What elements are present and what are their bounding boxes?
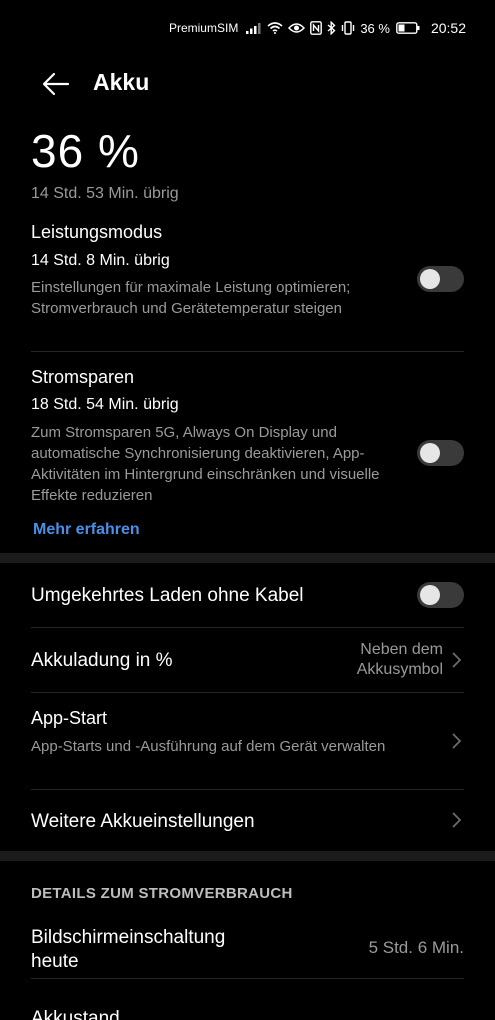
battery-level-title: Akkustand — [31, 1008, 120, 1020]
status-battery-percent: 36 % — [360, 20, 390, 36]
more-battery-settings-title: Weitere Akkueinstellungen — [31, 811, 255, 832]
vibrate-icon — [341, 21, 355, 35]
performance-mode-toggle[interactable] — [417, 266, 464, 292]
screen-on-time-value: 5 Std. 6 Min. — [368, 938, 464, 957]
battery-percentage-value-line1: Neben dem — [360, 641, 443, 658]
toggle-knob — [420, 443, 440, 463]
power-saving-title: Stromsparen — [31, 367, 135, 387]
battery-percentage-value-line2: Akkusymbol — [356, 661, 443, 678]
power-saving-toggle[interactable] — [417, 440, 464, 466]
performance-mode-title: Leistungsmodus — [31, 222, 163, 242]
divider — [31, 627, 464, 628]
reverse-charging-title: Umgekehrtes Laden ohne Kabel — [31, 585, 304, 606]
app-launch-description: App-Starts und -Ausführung auf dem Gerät… — [31, 738, 386, 755]
section-divider — [0, 851, 495, 861]
learn-more-link[interactable]: Mehr erfahren — [33, 521, 140, 539]
details-section-header: DETAILS ZUM STROMVERBRAUCH — [31, 885, 293, 902]
nfc-icon — [310, 21, 323, 35]
wifi-icon — [267, 22, 283, 34]
back-button[interactable] — [38, 68, 74, 100]
chevron-right-icon — [452, 733, 462, 749]
power-saving-remaining: 18 Std. 54 Min. übrig — [31, 396, 179, 413]
section-divider — [0, 553, 495, 563]
page-title: Akku — [93, 69, 150, 95]
signal-icon — [246, 22, 262, 34]
app-header: Akku — [0, 56, 495, 112]
battery-settings-screen: PremiumSIM 36 % 20:52 Akku 36 % 14 Std. … — [0, 0, 495, 1020]
eye-comfort-icon — [288, 22, 306, 34]
divider — [31, 978, 464, 979]
toggle-knob — [420, 585, 440, 605]
status-time: 20:52 — [430, 20, 466, 36]
divider — [31, 692, 464, 693]
battery-remaining-time: 14 Std. 53 Min. übrig — [31, 185, 179, 202]
divider — [31, 789, 464, 790]
battery-icon — [396, 22, 420, 34]
bluetooth-icon — [327, 21, 336, 35]
performance-mode-remaining: 14 Std. 8 Min. übrig — [31, 252, 170, 269]
screen-on-time-title-line2: heute — [31, 951, 79, 972]
reverse-charging-toggle[interactable] — [417, 582, 464, 608]
battery-percentage-title: Akkuladung in % — [31, 650, 173, 671]
battery-percentage-value: Neben dem Akkusymbol — [357, 640, 443, 680]
battery-percent-large: 36 % — [31, 125, 140, 177]
chevron-right-icon — [452, 812, 462, 828]
app-launch-title: App-Start — [31, 708, 108, 728]
carrier-label: PremiumSIM — [168, 21, 239, 35]
performance-mode-description: Einstellungen für maximale Leistung opti… — [31, 279, 351, 317]
power-saving-description: Zum Stromsparen 5G, Always On Display un… — [31, 424, 380, 504]
toggle-knob — [420, 269, 440, 289]
screen-on-time-title: Bildschirmeinschaltung heute — [31, 926, 225, 974]
divider — [31, 351, 464, 352]
status-bar: PremiumSIM 36 % 20:52 — [0, 0, 495, 56]
screen-on-time-title-line1: Bildschirmeinschaltung — [31, 927, 226, 948]
chevron-right-icon — [452, 652, 462, 668]
arrow-left-icon — [42, 72, 70, 96]
